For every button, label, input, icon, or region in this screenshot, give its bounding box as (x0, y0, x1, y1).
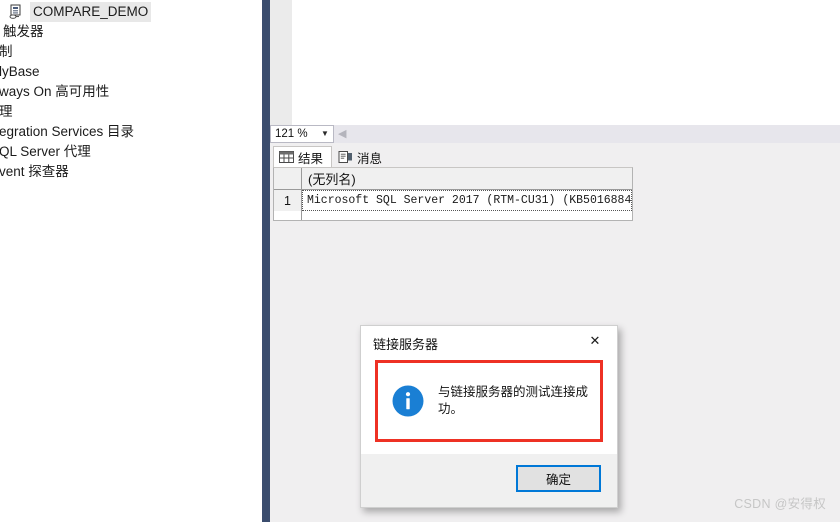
tab-results[interactable]: 结果 (273, 146, 333, 167)
tree-node-always-on[interactable]: ways On 高可用性 (0, 82, 262, 102)
tree-node-label: COMPARE_DEMO (30, 2, 152, 22)
dialog-title: 链接服务器 (373, 336, 439, 352)
splitter-handle[interactable] (264, 0, 268, 522)
tree-node-compare-demo[interactable]: COMPARE_DEMO (0, 2, 262, 22)
messages-icon (338, 150, 353, 164)
dialog-titlebar[interactable]: 链接服务器 ✕ (361, 326, 617, 360)
tree-node-label: QL Server 代理 (0, 144, 91, 159)
tree-node-label: 理 (0, 104, 13, 119)
tree-node-label: ways On 高可用性 (0, 84, 110, 99)
zoom-level-combobox[interactable]: 121 % ▼ (270, 125, 334, 143)
dialog-body: 与链接服务器的测试连接成功。 (361, 360, 617, 454)
grid-icon (279, 150, 294, 164)
tab-label: 结果 (298, 151, 324, 166)
watermark: CSDN @安得权 (734, 497, 826, 511)
nav-back-icon[interactable]: ◀ (338, 129, 348, 140)
tree-node-replication[interactable]: 制 (0, 42, 262, 62)
tree-node-sql-server-agent[interactable]: QL Server 代理 (0, 142, 262, 162)
info-icon (392, 385, 424, 417)
tab-messages[interactable]: 消息 (332, 146, 391, 167)
close-icon[interactable]: ✕ (577, 326, 613, 356)
grid-cell-empty (302, 211, 632, 220)
tree-node-integration-services-catalog[interactable]: egration Services 目录 (0, 122, 262, 142)
editor-zoom-bar: 121 % ▼ ◀ (270, 125, 840, 143)
tree-node-label: lyBase (0, 64, 40, 79)
grid-row-number[interactable]: 1 (274, 190, 302, 211)
object-explorer-panel[interactable]: COMPARE_DEMO 触发器 制 lyBase ways On 高可用性 理… (0, 0, 262, 522)
tree-node-polybase[interactable]: lyBase (0, 62, 262, 82)
query-editor-pane[interactable] (270, 0, 840, 125)
dialog-message-text: 与链接服务器的测试连接成功。 (438, 384, 589, 417)
message-highlight-box: 与链接服务器的测试连接成功。 (375, 360, 603, 442)
grid-select-all-corner[interactable] (274, 168, 302, 189)
grid-row-number-empty (274, 211, 302, 220)
tree-node-label: 制 (0, 44, 13, 59)
tree-node-label: 触发器 (3, 24, 44, 39)
database-server-icon (8, 4, 26, 20)
grid-header-row: (无列名) (274, 168, 632, 190)
ok-button[interactable]: 确定 (516, 465, 601, 492)
grid-empty-row (274, 211, 632, 220)
query-editor-gutter (270, 0, 292, 125)
zoom-level-value: 121 % (275, 128, 308, 140)
panel-splitter[interactable] (262, 0, 270, 522)
tree-node-label: egration Services 目录 (0, 124, 135, 139)
results-tabstrip[interactable]: 结果 消息 (273, 146, 391, 167)
tree-node-triggers[interactable]: 触发器 (0, 22, 262, 42)
grid-column-header[interactable]: (无列名) (302, 168, 632, 189)
results-grid[interactable]: (无列名) 1 Microsoft SQL Server 2017 (RTM-C… (273, 167, 633, 221)
table-row[interactable]: 1 Microsoft SQL Server 2017 (RTM-CU31) (… (274, 190, 632, 211)
chevron-down-icon[interactable]: ▼ (317, 130, 333, 138)
tree-node-management[interactable]: 理 (0, 102, 262, 122)
grid-cell[interactable]: Microsoft SQL Server 2017 (RTM-CU31) (KB… (302, 190, 632, 211)
dialog-footer: 确定 (361, 454, 617, 507)
tree-node-xevent-profiler[interactable]: vent 探查器 (0, 162, 262, 182)
tree-node-label: vent 探查器 (0, 164, 69, 179)
link-server-dialog[interactable]: 链接服务器 ✕ 与链接服务器的测试连接成功。 确定 (360, 325, 618, 508)
tab-label: 消息 (357, 151, 383, 166)
